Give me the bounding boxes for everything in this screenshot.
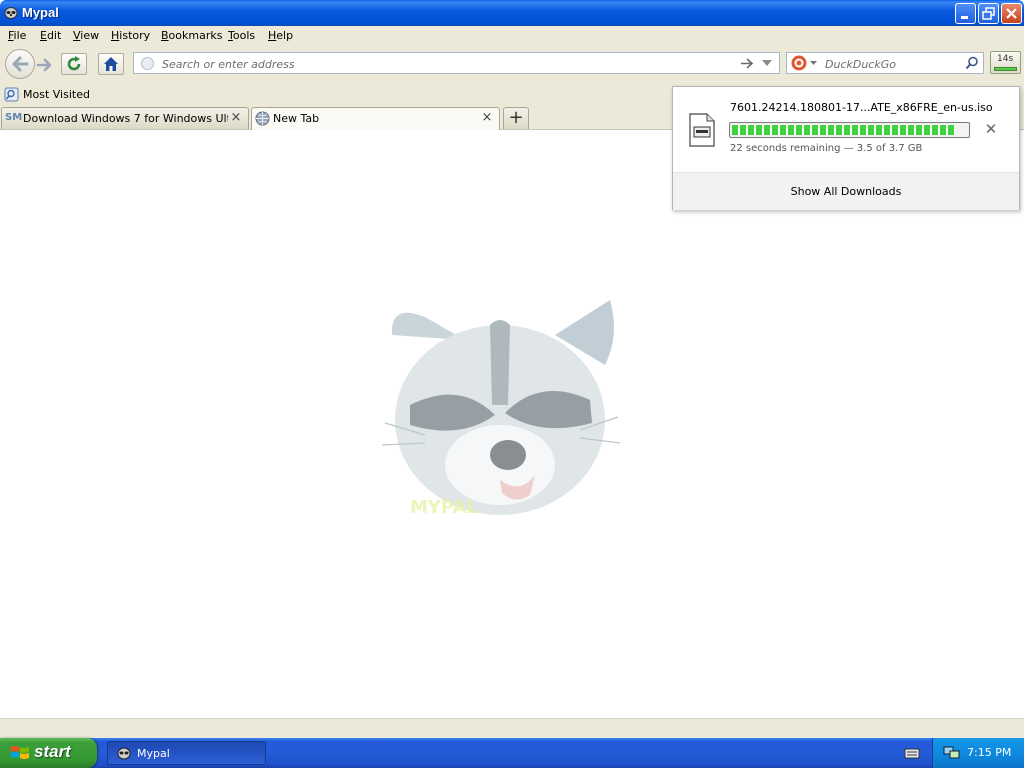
bookmark-most-visited[interactable]: Most Visited bbox=[4, 87, 90, 103]
close-icon bbox=[1006, 8, 1017, 19]
tab-new-tab[interactable]: New Tab × bbox=[251, 107, 500, 130]
address-bar[interactable] bbox=[133, 52, 780, 74]
cancel-download-icon[interactable]: ✕ bbox=[983, 121, 999, 137]
status-bar bbox=[0, 718, 1024, 739]
tab-download-windows[interactable]: SM Download Windows 7 for Windows Ultima… bbox=[1, 107, 249, 129]
forward-arrow-icon[interactable] bbox=[34, 55, 56, 75]
windows-flag-icon bbox=[11, 746, 29, 759]
tab-close-icon[interactable]: × bbox=[480, 111, 494, 125]
menu-edit[interactable]: Edit bbox=[40, 29, 61, 42]
title-bar: Mypal bbox=[0, 0, 1024, 26]
show-all-downloads-label: Show All Downloads bbox=[790, 185, 902, 198]
go-arrow-icon[interactable] bbox=[740, 57, 754, 70]
home-icon bbox=[104, 57, 118, 71]
duckduckgo-engine-icon[interactable] bbox=[791, 55, 807, 71]
minimize-button[interactable] bbox=[955, 3, 976, 24]
download-status: 22 seconds remaining — 3.5 of 3.7 GB bbox=[730, 143, 923, 154]
most-visited-label: Most Visited bbox=[23, 88, 90, 101]
taskbar-item-label: Mypal bbox=[137, 747, 170, 760]
downloads-button[interactable]: 14s bbox=[990, 51, 1021, 74]
clock: 7:15 PM bbox=[967, 746, 1012, 759]
engine-dropdown-icon[interactable] bbox=[810, 61, 817, 66]
menu-bookmarks[interactable]: Bookmarks bbox=[161, 29, 222, 42]
system-tray: 7:15 PM bbox=[932, 738, 1024, 768]
menu-tools[interactable]: Tools bbox=[228, 29, 255, 42]
dropdown-arrow-icon[interactable] bbox=[762, 60, 772, 67]
search-input[interactable] bbox=[823, 55, 962, 73]
window-title: Mypal bbox=[22, 5, 59, 20]
network-icon[interactable] bbox=[943, 745, 960, 760]
search-bar[interactable] bbox=[786, 52, 984, 74]
taskbar: start Mypal 7:15 PM bbox=[0, 738, 1024, 768]
menu-view[interactable]: View bbox=[73, 29, 99, 42]
download-filename: 7601.24214.180801-17...ATE_x86FRE_en-us.… bbox=[730, 101, 993, 114]
restore-icon bbox=[982, 7, 995, 20]
home-button[interactable] bbox=[98, 53, 124, 75]
address-input[interactable] bbox=[160, 55, 724, 73]
page-content: MYPAL bbox=[0, 130, 1024, 718]
download-progress-fill bbox=[732, 125, 955, 135]
mypal-raccoon-logo: MYPAL bbox=[381, 300, 621, 518]
mypal-raccoon-icon bbox=[117, 747, 131, 760]
taskbar-item-mypal[interactable]: Mypal bbox=[107, 741, 266, 765]
minimize-icon bbox=[961, 16, 968, 19]
start-button[interactable]: start bbox=[0, 738, 97, 768]
page-identity-icon bbox=[141, 57, 154, 70]
back-button[interactable] bbox=[5, 49, 35, 79]
iso-file-icon bbox=[689, 113, 715, 147]
sm-favicon: SM bbox=[5, 112, 23, 123]
new-tab-button[interactable]: + bbox=[503, 107, 529, 129]
download-mini-progress bbox=[994, 67, 1017, 71]
reload-button[interactable] bbox=[61, 53, 87, 75]
downloads-panel: 7601.24214.180801-17...ATE_x86FRE_en-us.… bbox=[672, 86, 1020, 210]
menu-help[interactable]: Help bbox=[268, 29, 293, 42]
tab-label: New Tab bbox=[273, 112, 320, 125]
reload-icon bbox=[67, 56, 81, 71]
navigation-toolbar: 14s bbox=[0, 46, 1024, 84]
start-label: start bbox=[34, 742, 71, 761]
most-visited-folder-icon bbox=[4, 87, 19, 102]
close-window-button[interactable] bbox=[1001, 3, 1022, 24]
menu-file[interactable]: File bbox=[8, 29, 26, 42]
download-progress-bar bbox=[729, 122, 970, 138]
back-arrow-icon bbox=[12, 56, 29, 72]
svg-text:MYPAL: MYPAL bbox=[410, 497, 478, 518]
menu-bar: File Edit View History Bookmarks Tools H… bbox=[0, 26, 1024, 46]
keyboard-icon[interactable] bbox=[904, 746, 920, 760]
menu-history[interactable]: History bbox=[111, 29, 150, 42]
restore-button[interactable] bbox=[978, 3, 999, 24]
mypal-raccoon-icon bbox=[4, 7, 18, 19]
plus-icon: + bbox=[508, 107, 524, 128]
tab-label: Download Windows 7 for Windows Ultima... bbox=[23, 112, 228, 125]
globe-icon bbox=[255, 111, 270, 126]
search-icon[interactable] bbox=[965, 56, 979, 70]
show-all-downloads-button[interactable]: Show All Downloads bbox=[673, 172, 1019, 210]
download-time-remaining: 14s bbox=[997, 54, 1014, 64]
tab-close-icon[interactable]: × bbox=[229, 111, 243, 125]
